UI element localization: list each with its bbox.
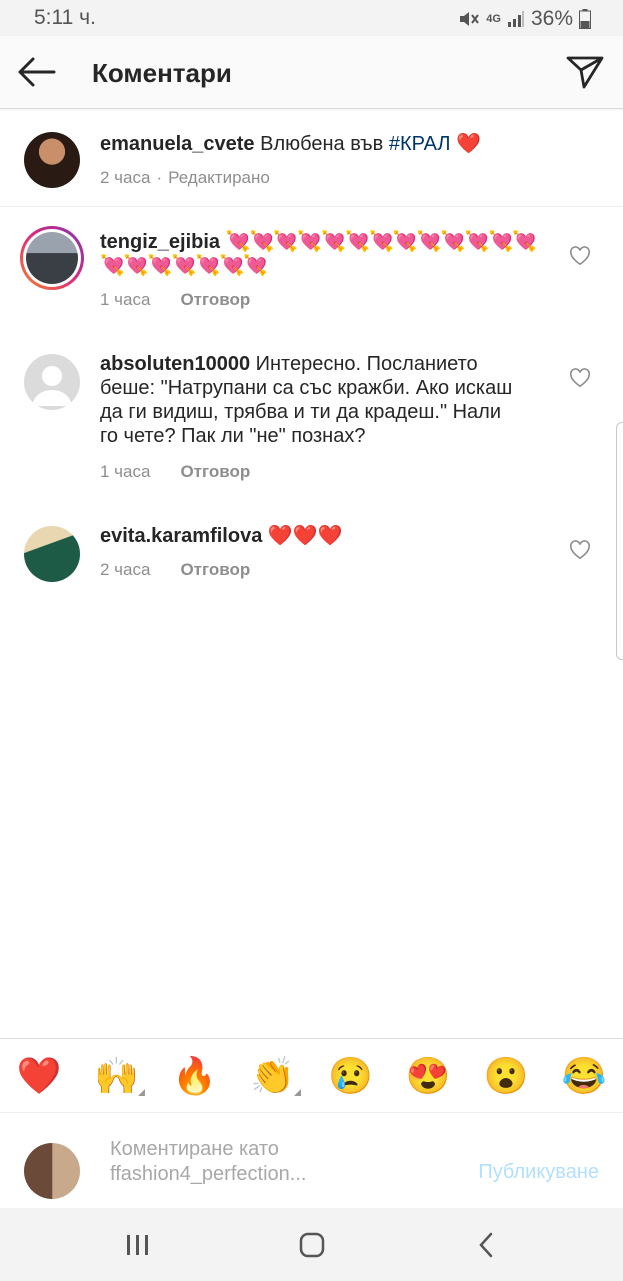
publish-button[interactable]: Публикуване <box>478 1161 599 1184</box>
scrollbar[interactable] <box>616 422 623 660</box>
home-button[interactable] <box>292 1228 332 1262</box>
comment-item: tengiz_ejibia 💘💘💘💘💘💘💘💘💘💘💘💘💘💘💘💘💘💘💘💘 1 час… <box>0 206 623 316</box>
page-title: Коментари <box>92 58 232 88</box>
comment-time: 1 часа <box>100 290 151 309</box>
comment-body: ❤️❤️❤️ <box>267 525 343 547</box>
comment-composer: Коментиране като ffashion4_perfection...… <box>0 1112 623 1209</box>
nav-back-button[interactable] <box>466 1228 506 1262</box>
comment-item: evita.karamfilova ❤️❤️❤️ 2 часа Отговор <box>0 500 623 590</box>
comment-text: absoluten10000 Интересно. Посланието беш… <box>100 352 520 448</box>
reply-button[interactable]: Отговор <box>180 290 250 310</box>
reply-button[interactable]: Отговор <box>180 462 250 482</box>
reaction-clapping[interactable]: 👏 <box>249 1052 301 1100</box>
post-caption: emanuela_cvete Влюбена във #КРАЛ ❤️ 2 ча… <box>0 108 623 207</box>
system-nav-bar <box>0 1208 623 1281</box>
caption-time: 2 часа <box>100 168 151 187</box>
avatar-placeholder[interactable] <box>24 354 80 410</box>
placeholder-line1: Коментиране като <box>110 1138 279 1160</box>
heart-outline-icon[interactable] <box>569 368 591 388</box>
home-icon <box>299 1232 325 1258</box>
caption-meta: 2 часа · Редактирано <box>100 168 270 188</box>
arrow-left-icon <box>18 57 56 87</box>
share-button[interactable] <box>563 50 607 94</box>
back-button[interactable] <box>14 52 58 92</box>
app-bar: Коментари <box>0 36 623 109</box>
recents-button[interactable] <box>118 1228 158 1262</box>
comment-meta: 1 часа Отговор <box>100 462 250 482</box>
reaction-heart-eyes[interactable]: 😍 <box>404 1052 452 1100</box>
chevron-left-icon <box>479 1232 493 1258</box>
skin-tone-indicator <box>293 1089 301 1096</box>
status-bar: 5:11 ч. 4G 36% <box>0 0 623 36</box>
paper-plane-icon <box>566 56 604 89</box>
comment-username[interactable]: absoluten10000 <box>100 353 250 375</box>
quick-reactions-bar: ❤️ 🙌 🔥 👏 😢 😍 😮 😂 <box>0 1038 623 1113</box>
comment-time: 2 часа <box>100 560 151 579</box>
battery-percent: 36% <box>530 7 573 30</box>
current-user-avatar <box>24 1143 80 1199</box>
avatar[interactable] <box>24 132 80 188</box>
comment-username[interactable]: evita.karamfilova <box>100 525 262 547</box>
edited-label: Редактирано <box>168 168 270 187</box>
recents-icon <box>127 1235 148 1255</box>
comment-time: 1 часа <box>100 462 151 481</box>
mute-icon <box>460 12 480 26</box>
comment-text: tengiz_ejibia 💘💘💘💘💘💘💘💘💘💘💘💘💘💘💘💘💘💘💘💘 <box>100 230 550 278</box>
reaction-tears-of-joy[interactable]: 😂 <box>560 1052 608 1100</box>
heart-outline-icon[interactable] <box>569 540 591 560</box>
reaction-heart[interactable]: ❤️ <box>15 1052 63 1100</box>
skin-tone-indicator <box>137 1089 145 1096</box>
caption-body: Влюбена във <box>260 133 384 155</box>
reaction-crying[interactable]: 😢 <box>326 1052 374 1100</box>
status-time: 5:11 ч. <box>34 6 96 29</box>
story-ring[interactable] <box>20 226 84 290</box>
status-icons: 4G 36% <box>458 6 591 32</box>
comment-username[interactable]: tengiz_ejibia <box>100 231 220 253</box>
comment-meta: 1 часа Отговор <box>100 290 250 310</box>
network-label: 4G <box>486 12 501 25</box>
meta-separator: · <box>156 168 163 187</box>
battery-icon <box>579 9 591 29</box>
avatar <box>26 232 78 284</box>
default-user-icon <box>32 366 72 406</box>
comment-meta: 2 часа Отговор <box>100 560 250 580</box>
reaction-fire[interactable]: 🔥 <box>171 1052 219 1100</box>
reaction-raising-hands[interactable]: 🙌 <box>93 1052 145 1100</box>
signal-icon <box>507 11 524 27</box>
avatar[interactable] <box>24 526 80 582</box>
reply-button[interactable]: Отговор <box>180 560 250 580</box>
comment-item: absoluten10000 Интересно. Посланието беш… <box>0 328 623 488</box>
heart-emoji: ❤️ <box>456 133 482 155</box>
comment-input[interactable]: Коментиране като ffashion4_perfection... <box>110 1137 450 1189</box>
reaction-surprised[interactable]: 😮 <box>482 1052 530 1100</box>
heart-outline-icon[interactable] <box>569 246 591 266</box>
caption-username[interactable]: emanuela_cvete <box>100 133 255 155</box>
placeholder-line2: ffashion4_perfection... <box>110 1163 307 1185</box>
caption-text: emanuela_cvete Влюбена във #КРАЛ ❤️ <box>100 132 580 156</box>
hashtag-link[interactable]: #КРАЛ <box>389 133 451 155</box>
comment-text: evita.karamfilova ❤️❤️❤️ <box>100 524 550 548</box>
